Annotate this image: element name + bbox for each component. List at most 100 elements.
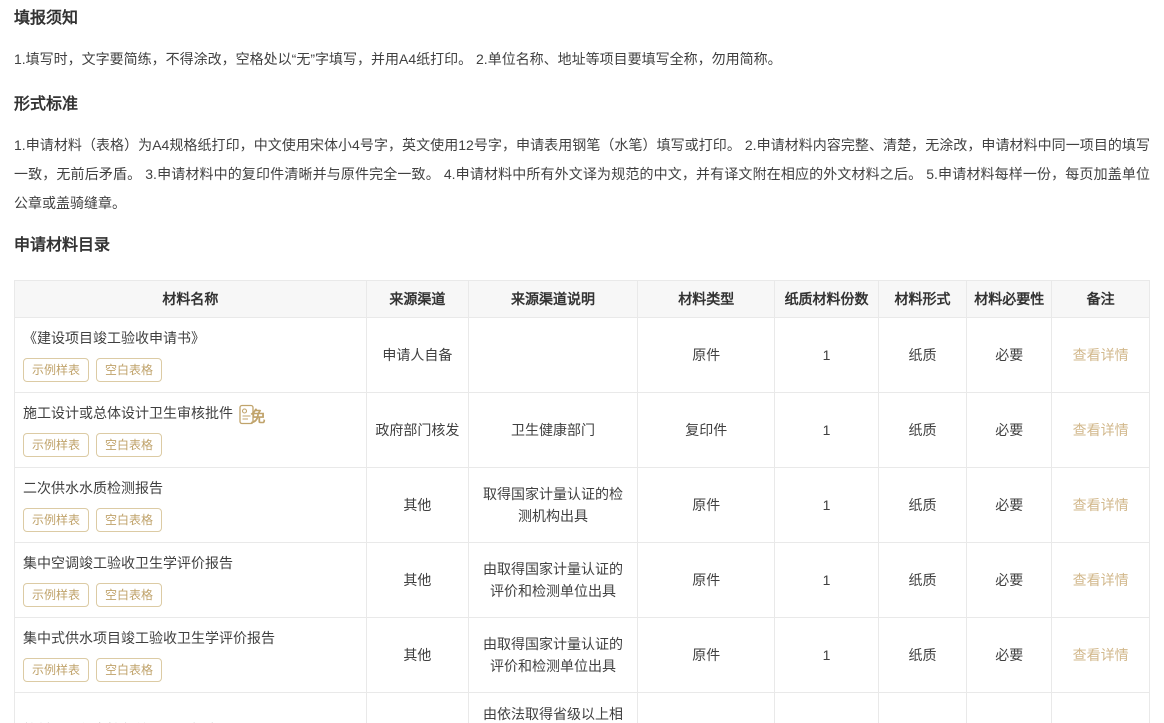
page: 填报须知 1.填写时，文字要简练，不得涂改，空格处以“无”字填写，并用A4纸打印… <box>0 8 1164 723</box>
source-channel-cell: 政府部门核发 <box>366 393 468 468</box>
filing-notes-text: 1.填写时，文字要简练，不得涂改，空格处以“无”字填写，并用A4纸打印。 2.单… <box>14 45 1150 74</box>
material-necessity-cell: 必要 <box>967 543 1052 618</box>
materials-table-head: 材料名称 来源渠道 来源渠道说明 材料类型 纸质材料份数 材料形式 材料必要性 … <box>15 281 1150 318</box>
material-necessity-cell: 必要 <box>967 468 1052 543</box>
material-name: 集中式供水项目竣工验收卫生学评价报告 <box>23 628 358 649</box>
material-name-text: 施工设计或总体设计卫生审核批件 <box>23 403 233 424</box>
blank-form-button[interactable]: 空白表格 <box>96 358 162 382</box>
material-necessity-cell: 必要 <box>967 618 1052 693</box>
source-desc-cell: 由取得国家计量认证的评价和检测单位出具 <box>468 618 637 693</box>
material-name: 《建设项目竣工验收申请书》 <box>23 328 358 349</box>
material-form-cell: 纸质 <box>878 318 967 393</box>
col-header-material-necessity: 材料必要性 <box>967 281 1052 318</box>
view-details-link[interactable]: 查看详情 <box>1073 647 1129 663</box>
remarks-cell: 查看详情 <box>1052 543 1150 618</box>
material-name: 集中空调竣工验收卫生学评价报告 <box>23 553 358 574</box>
material-form-cell: 纸质 <box>878 393 967 468</box>
format-standards-heading: 形式标准 <box>14 94 1150 115</box>
col-header-material-type: 材料类型 <box>638 281 775 318</box>
sample-form-button[interactable]: 示例样表 <box>23 508 89 532</box>
table-row: 集中空调竣工验收卫生学评价报告示例样表空白表格其他由取得国家计量认证的评价和检测… <box>15 543 1150 618</box>
material-type-cell: 原件 <box>638 543 775 618</box>
source-desc-cell: 取得国家计量认证的检测机构出具 <box>468 468 637 543</box>
paper-copies-cell: 1 <box>775 318 878 393</box>
material-name: 施工设计或总体设计卫生审核批件免 <box>23 403 358 424</box>
table-row: 放射职业危害控制效果评价报告示例样表空白表格其他由依法取得省级以上相关行政部门资… <box>15 693 1150 723</box>
material-form-buttons: 示例样表空白表格 <box>23 658 358 682</box>
paper-copies-cell: 1 <box>775 693 878 723</box>
materials-table-body: 《建设项目竣工验收申请书》示例样表空白表格申请人自备原件1纸质必要查看详情施工设… <box>15 318 1150 723</box>
sample-form-button[interactable]: 示例样表 <box>23 583 89 607</box>
view-details-link[interactable]: 查看详情 <box>1073 497 1129 513</box>
material-type-cell: 原件 <box>638 693 775 723</box>
source-desc-cell: 卫生健康部门 <box>468 393 637 468</box>
remarks-cell: 查看详情 <box>1052 618 1150 693</box>
format-standards-text: 1.申请材料（表格）为A4规格纸打印，中文使用宋体小4号字，英文使用12号字，申… <box>14 131 1150 218</box>
remarks-cell: 查看详情 <box>1052 318 1150 393</box>
col-header-source-desc: 来源渠道说明 <box>468 281 637 318</box>
source-channel-cell: 其他 <box>366 693 468 723</box>
svg-text:免: 免 <box>251 408 266 426</box>
material-name-cell: 施工设计或总体设计卫生审核批件免示例样表空白表格 <box>15 393 367 468</box>
source-desc-cell <box>468 318 637 393</box>
table-row: 施工设计或总体设计卫生审核批件免示例样表空白表格政府部门核发卫生健康部门复印件1… <box>15 393 1150 468</box>
remarks-cell: 查看详情 <box>1052 468 1150 543</box>
material-name-text: 《建设项目竣工验收申请书》 <box>23 328 205 349</box>
source-desc-cell: 由依法取得省级以上相关行政部门资质认证的职业卫生技术服务机构出具 <box>468 693 637 723</box>
sample-form-button[interactable]: 示例样表 <box>23 433 89 457</box>
remarks-cell: 查看详情 <box>1052 693 1150 723</box>
source-channel-cell: 其他 <box>366 468 468 543</box>
material-necessity-cell: 必要 <box>967 693 1052 723</box>
source-channel-cell: 其他 <box>366 543 468 618</box>
material-type-cell: 复印件 <box>638 393 775 468</box>
material-name-cell: 《建设项目竣工验收申请书》示例样表空白表格 <box>15 318 367 393</box>
material-type-cell: 原件 <box>638 318 775 393</box>
material-name-text: 集中式供水项目竣工验收卫生学评价报告 <box>23 628 275 649</box>
source-channel-cell: 申请人自备 <box>366 318 468 393</box>
paper-copies-cell: 1 <box>775 543 878 618</box>
source-desc-cell: 由取得国家计量认证的评价和检测单位出具 <box>468 543 637 618</box>
view-details-link[interactable]: 查看详情 <box>1073 422 1129 438</box>
table-row: 《建设项目竣工验收申请书》示例样表空白表格申请人自备原件1纸质必要查看详情 <box>15 318 1150 393</box>
material-form-buttons: 示例样表空白表格 <box>23 583 358 607</box>
material-type-cell: 原件 <box>638 618 775 693</box>
view-details-link[interactable]: 查看详情 <box>1073 347 1129 363</box>
material-name-cell: 集中空调竣工验收卫生学评价报告示例样表空白表格 <box>15 543 367 618</box>
material-form-cell: 纸质 <box>878 618 967 693</box>
blank-form-button[interactable]: 空白表格 <box>96 433 162 457</box>
material-form-buttons: 示例样表空白表格 <box>23 358 358 382</box>
material-form-buttons: 示例样表空白表格 <box>23 433 358 457</box>
source-channel-cell: 其他 <box>366 618 468 693</box>
view-details-link[interactable]: 查看详情 <box>1073 572 1129 588</box>
blank-form-button[interactable]: 空白表格 <box>96 583 162 607</box>
material-form-cell: 纸质 <box>878 543 967 618</box>
material-name: 二次供水水质检测报告 <box>23 478 358 499</box>
paper-copies-cell: 1 <box>775 618 878 693</box>
exempt-license-icon: 免 <box>239 404 269 425</box>
header-row: 材料名称 来源渠道 来源渠道说明 材料类型 纸质材料份数 材料形式 材料必要性 … <box>15 281 1150 318</box>
material-form-cell: 纸质 <box>878 693 967 723</box>
col-header-paper-copies: 纸质材料份数 <box>775 281 878 318</box>
material-name-cell: 二次供水水质检测报告示例样表空白表格 <box>15 468 367 543</box>
material-name-cell: 集中式供水项目竣工验收卫生学评价报告示例样表空白表格 <box>15 618 367 693</box>
col-header-source-channel: 来源渠道 <box>366 281 468 318</box>
material-name-cell: 放射职业危害控制效果评价报告示例样表空白表格 <box>15 693 367 723</box>
material-name-text: 二次供水水质检测报告 <box>23 478 163 499</box>
materials-table: 材料名称 来源渠道 来源渠道说明 材料类型 纸质材料份数 材料形式 材料必要性 … <box>14 280 1150 723</box>
paper-copies-cell: 1 <box>775 468 878 543</box>
table-row: 二次供水水质检测报告示例样表空白表格其他取得国家计量认证的检测机构出具原件1纸质… <box>15 468 1150 543</box>
remarks-cell: 查看详情 <box>1052 393 1150 468</box>
sample-form-button[interactable]: 示例样表 <box>23 358 89 382</box>
blank-form-button[interactable]: 空白表格 <box>96 658 162 682</box>
materials-directory-heading: 申请材料目录 <box>14 235 1150 256</box>
material-type-cell: 原件 <box>638 468 775 543</box>
col-header-remarks: 备注 <box>1052 281 1150 318</box>
material-form-cell: 纸质 <box>878 468 967 543</box>
material-name-text: 集中空调竣工验收卫生学评价报告 <box>23 553 233 574</box>
blank-form-button[interactable]: 空白表格 <box>96 508 162 532</box>
sample-form-button[interactable]: 示例样表 <box>23 658 89 682</box>
material-form-buttons: 示例样表空白表格 <box>23 508 358 532</box>
col-header-material-form: 材料形式 <box>878 281 967 318</box>
material-necessity-cell: 必要 <box>967 318 1052 393</box>
col-header-material-name: 材料名称 <box>15 281 367 318</box>
